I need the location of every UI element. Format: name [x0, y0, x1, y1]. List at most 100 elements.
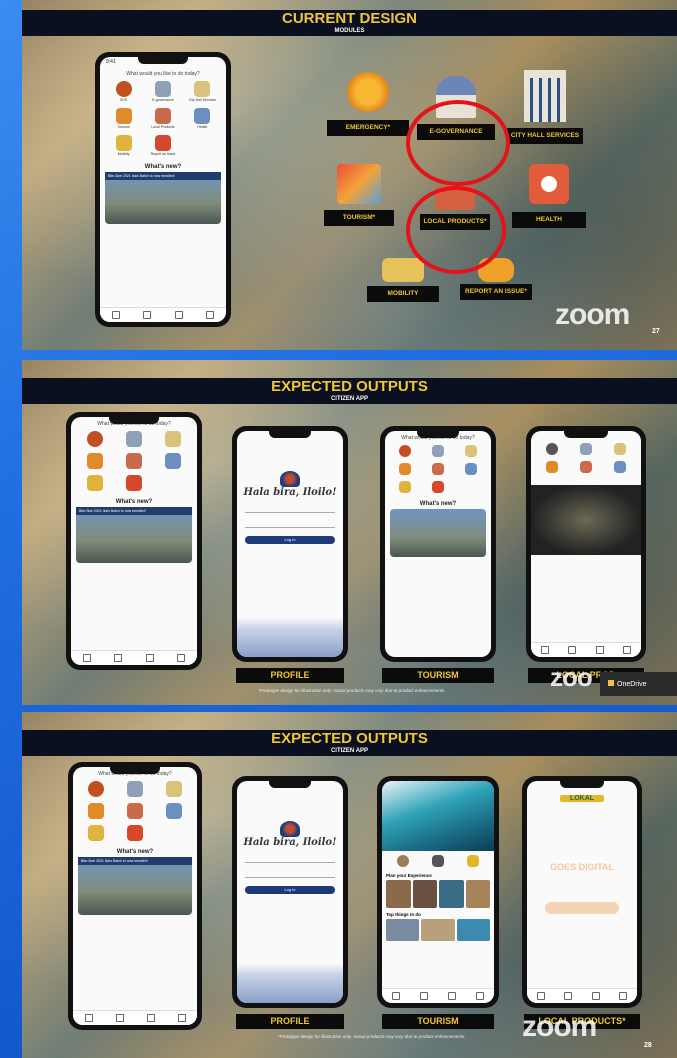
map-tab-icon[interactable]	[568, 646, 577, 654]
map-icon	[546, 461, 558, 473]
grid-item[interactable]	[116, 431, 151, 447]
home-tab-icon[interactable]	[84, 1014, 93, 1022]
grid-item[interactable]	[118, 825, 153, 841]
grid-label: SOS	[119, 98, 128, 102]
profile-tab-icon[interactable]	[177, 654, 186, 662]
grid-item[interactable]	[79, 825, 114, 841]
profile-tab-icon[interactable]	[623, 646, 632, 654]
map-tab-icon[interactable]	[564, 992, 573, 1000]
grid-item-health[interactable]: Health	[185, 108, 220, 129]
map-tab-icon[interactable]	[420, 992, 428, 1000]
section-top: Top things to do	[386, 912, 421, 917]
home-tab-icon[interactable]	[111, 311, 120, 319]
profile-tab-icon[interactable]	[177, 1014, 186, 1022]
grid-item-cityhall[interactable]: City Hall Services	[185, 81, 220, 102]
onedrive-notification[interactable]: OneDrive	[600, 672, 677, 696]
top-card[interactable]	[386, 919, 420, 941]
tab-bar	[71, 650, 197, 665]
top-card[interactable]	[456, 919, 490, 941]
news-card[interactable]: Bite-Size 2021 Iloilo Batch to now enrol…	[76, 507, 192, 563]
profile-tab-icon[interactable]	[476, 992, 484, 1000]
grid-item[interactable]	[118, 803, 153, 819]
grid-item[interactable]	[537, 461, 568, 473]
grid-item[interactable]	[156, 431, 191, 447]
home-tab-icon[interactable]	[392, 992, 400, 1000]
plan-card[interactable]	[465, 880, 490, 908]
category-item[interactable]	[457, 855, 488, 867]
cta-button[interactable]	[545, 902, 619, 914]
grid-item[interactable]	[79, 803, 114, 819]
login-button[interactable]: Log in	[245, 886, 335, 894]
password-field[interactable]	[245, 519, 335, 528]
grid-item[interactable]	[605, 443, 636, 455]
login-button[interactable]: Log in	[245, 536, 335, 544]
grid-label: E-governance	[152, 98, 174, 102]
profile-tab-icon[interactable]	[619, 992, 628, 1000]
alert-icon	[431, 481, 444, 493]
grid-item[interactable]	[77, 431, 112, 447]
phone-mockup-profile: Hala bira, Iloilo! Log in	[232, 426, 348, 662]
grid-item[interactable]	[605, 461, 636, 473]
calendar-tab-icon[interactable]	[174, 311, 183, 319]
logo-icon	[280, 471, 300, 487]
map-tab-icon[interactable]	[114, 654, 123, 662]
jeep-icon	[399, 481, 412, 493]
grid-item[interactable]	[118, 781, 153, 797]
plan-card[interactable]	[386, 880, 411, 908]
grid-item[interactable]	[391, 481, 420, 493]
grid-item-egov[interactable]: E-governance	[145, 81, 180, 102]
grid-item[interactable]	[156, 803, 191, 819]
grid-item[interactable]	[423, 445, 452, 457]
grid-item[interactable]	[571, 461, 602, 473]
grid-item[interactable]	[391, 463, 420, 475]
grid-item[interactable]	[537, 443, 568, 455]
slide-expected-outputs-1: EXPECTED OUTPUTS CITIZEN APP What would …	[22, 360, 677, 705]
search-tab-icon[interactable]	[448, 992, 456, 1000]
phone-tab-icon[interactable]	[591, 992, 600, 1000]
password-field[interactable]	[245, 869, 335, 878]
zoom-watermark: zoom	[555, 298, 630, 331]
grid-item[interactable]	[116, 475, 151, 491]
grid-item-mobility[interactable]: Mobility	[106, 135, 141, 156]
news-card[interactable]: Bite-Size 2021 Iloilo Batch to now enrol…	[78, 857, 192, 915]
news-card[interactable]: Bite-Size 2021 Iloilo Batch to now enrol…	[105, 172, 221, 224]
grid-item[interactable]	[456, 445, 485, 457]
plan-card[interactable]	[439, 880, 464, 908]
home-tab-icon[interactable]	[82, 654, 91, 662]
username-field[interactable]	[245, 854, 335, 863]
grid-item[interactable]	[423, 463, 452, 475]
map-tab-icon[interactable]	[143, 311, 152, 319]
grid-item[interactable]	[79, 781, 114, 797]
grid-item-report[interactable]: Report an Issue	[145, 135, 180, 156]
map-tab-icon[interactable]	[115, 1014, 124, 1022]
store-icon	[580, 461, 592, 473]
top-card[interactable]	[421, 919, 455, 941]
profile-tab-icon[interactable]	[206, 311, 215, 319]
calendar-tab-icon[interactable]	[145, 654, 154, 662]
grid-item[interactable]	[156, 781, 191, 797]
grid-item[interactable]	[391, 445, 420, 457]
module-tourism: TOURISM*	[324, 164, 394, 226]
notch	[268, 431, 312, 438]
calendar-tab-icon[interactable]	[146, 1014, 155, 1022]
category-item[interactable]	[388, 855, 419, 867]
grid-item[interactable]	[456, 463, 485, 475]
grid-item-tourism[interactable]: Tourism	[106, 108, 141, 129]
news-card[interactable]	[390, 509, 486, 557]
plan-card[interactable]	[412, 880, 437, 908]
grid-item-sos[interactable]: SOS	[106, 81, 141, 102]
phone-tab-icon[interactable]	[595, 646, 604, 654]
home-tab-icon[interactable]	[540, 646, 549, 654]
category-item[interactable]	[422, 855, 453, 867]
grid-item[interactable]	[156, 453, 191, 469]
grid-item[interactable]	[423, 481, 452, 493]
username-field[interactable]	[245, 504, 335, 513]
home-tab-icon[interactable]	[536, 992, 545, 1000]
grid-item[interactable]	[77, 475, 112, 491]
grid-item[interactable]	[77, 453, 112, 469]
caption-tourism: TOURISM	[382, 1014, 494, 1029]
phone-screen: 9:41 What would you like to do today? SO…	[100, 57, 226, 322]
grid-item[interactable]	[571, 443, 602, 455]
grid-item-local[interactable]: Local Products	[145, 108, 180, 129]
grid-item[interactable]	[116, 453, 151, 469]
